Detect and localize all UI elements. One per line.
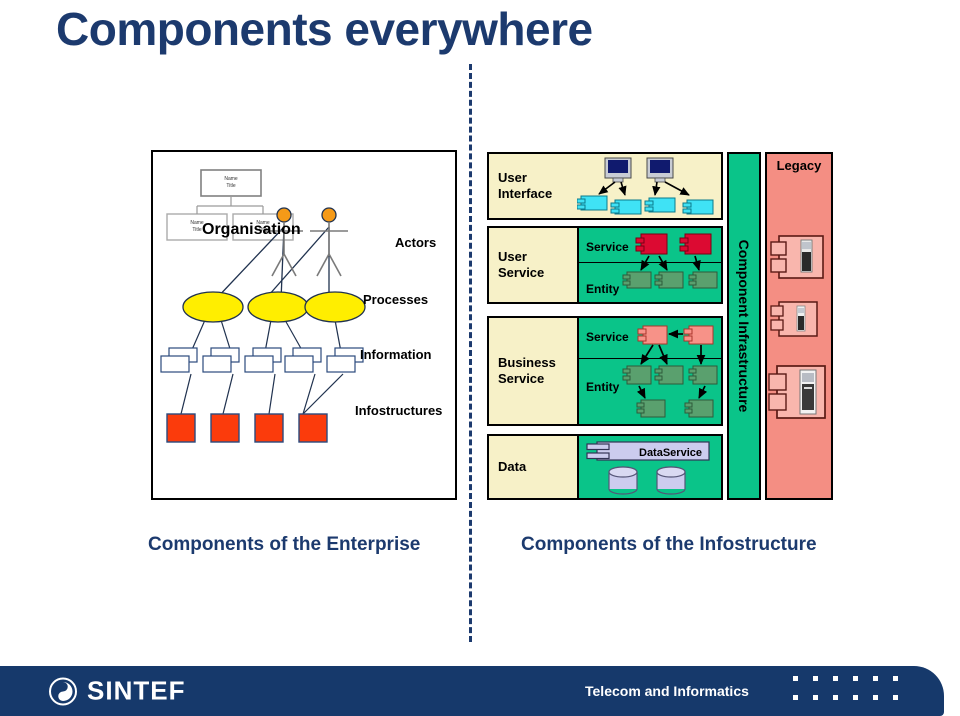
actor-figures xyxy=(265,207,348,277)
band-body-data: DataService xyxy=(577,436,721,498)
infostructure-squares xyxy=(166,413,328,443)
band-body-business-service: Service Entity xyxy=(577,318,721,424)
legacy-system xyxy=(768,365,826,419)
band-label-line1: User xyxy=(498,170,527,186)
band-user-interface: User Interface xyxy=(487,152,723,220)
band-label-user-interface: User Interface xyxy=(489,154,577,218)
band-data: Data DataService xyxy=(487,434,723,500)
band-body-user-service: Service Entity xyxy=(577,228,721,302)
band-label-line2: Service xyxy=(498,371,545,386)
footer-dot xyxy=(873,695,878,700)
infostructure-stack: User Interface User Service Service Enti… xyxy=(487,152,723,500)
monitor-icon xyxy=(604,157,632,183)
band-label-line1: User xyxy=(498,249,527,265)
component-infrastructure-label: Component Infrastructure xyxy=(736,239,752,413)
svg-text:Title: Title xyxy=(226,183,235,189)
footer-dot xyxy=(793,676,798,681)
band-label-line1: Business xyxy=(498,355,556,371)
entity-component xyxy=(636,399,714,418)
svg-text:Title: Title xyxy=(192,227,201,233)
footer-dot xyxy=(853,676,858,681)
ui-component xyxy=(577,195,714,215)
enterprise-diagram-svg: Name Title Name Title Name Title xyxy=(160,169,366,443)
band-business-service: Business Service Service Entity xyxy=(487,316,723,426)
band-user-service: User Service Service Entity xyxy=(487,226,723,304)
caption-enterprise: Components of the Enterprise xyxy=(148,534,421,555)
entity-component xyxy=(622,365,718,385)
sublabel-entity: Entity xyxy=(586,380,620,394)
footer-tagline: Telecom and Informatics xyxy=(585,683,749,699)
enterprise-diagram-panel: Name Title Name Title Name Title xyxy=(151,150,457,500)
band-label-business-service: Business Service xyxy=(489,318,577,424)
footer-dot xyxy=(833,676,838,681)
service-component xyxy=(635,233,712,255)
information-icons xyxy=(160,347,364,373)
label-actors: Actors xyxy=(395,235,437,250)
sublabel-service: Service xyxy=(586,330,629,344)
band-label-user-service: User Service xyxy=(489,228,577,302)
footer-dot-grid xyxy=(793,676,904,706)
sintef-wordmark: SINTEF xyxy=(87,675,186,706)
label-information: Information xyxy=(360,347,432,362)
legacy-system xyxy=(770,301,818,337)
process-information-links xyxy=(190,319,342,353)
band-body-user-interface xyxy=(577,154,721,218)
footer-dot xyxy=(813,676,818,681)
sintef-mark-icon xyxy=(49,677,77,705)
footer-dot xyxy=(873,676,878,681)
database-cylinder xyxy=(608,466,686,495)
footer-bar: SINTEF Telecom and Informatics xyxy=(0,666,944,716)
sublabel-entity: Entity xyxy=(586,282,620,296)
slide-root: Components everywhere Name Title Name Ti… xyxy=(0,0,960,716)
process-ellipses xyxy=(182,291,366,323)
band-label-line2: Interface xyxy=(498,186,553,201)
footer-dot xyxy=(793,695,798,700)
label-organisation: Organisation xyxy=(202,221,301,238)
entity-component xyxy=(622,271,718,289)
sublabel-service: Service xyxy=(586,240,629,254)
footer-dot xyxy=(893,676,898,681)
information-infostructure-links xyxy=(180,373,344,415)
data-artwork xyxy=(586,441,710,495)
service-component xyxy=(637,325,714,345)
page-title: Components everywhere xyxy=(56,3,593,55)
legacy-system xyxy=(770,235,824,279)
band-label-line2: Service xyxy=(498,265,545,280)
sintef-logo: SINTEF xyxy=(48,676,185,707)
footer-dot xyxy=(833,695,838,700)
legacy-column: Legacy xyxy=(765,152,833,500)
footer-dot xyxy=(853,695,858,700)
band-label-line1: Data xyxy=(498,459,527,475)
legacy-systems-artwork xyxy=(768,235,826,419)
footer-dot xyxy=(893,695,898,700)
data-service-label: DataService xyxy=(639,447,702,459)
label-processes: Processes xyxy=(363,292,429,307)
vertical-dashed-divider xyxy=(469,64,472,642)
label-infostructures: Infostructures xyxy=(355,403,443,418)
footer-dot xyxy=(813,695,818,700)
band-label-data: Data xyxy=(489,436,577,498)
legacy-title: Legacy xyxy=(776,158,822,173)
monitor-icon xyxy=(646,157,674,183)
caption-infostructure: Components of the Infostructure xyxy=(521,534,817,555)
user-interface-artwork xyxy=(577,157,714,215)
component-infrastructure-bar: Component Infrastructure xyxy=(727,152,761,500)
svg-text:Name: Name xyxy=(224,176,238,182)
